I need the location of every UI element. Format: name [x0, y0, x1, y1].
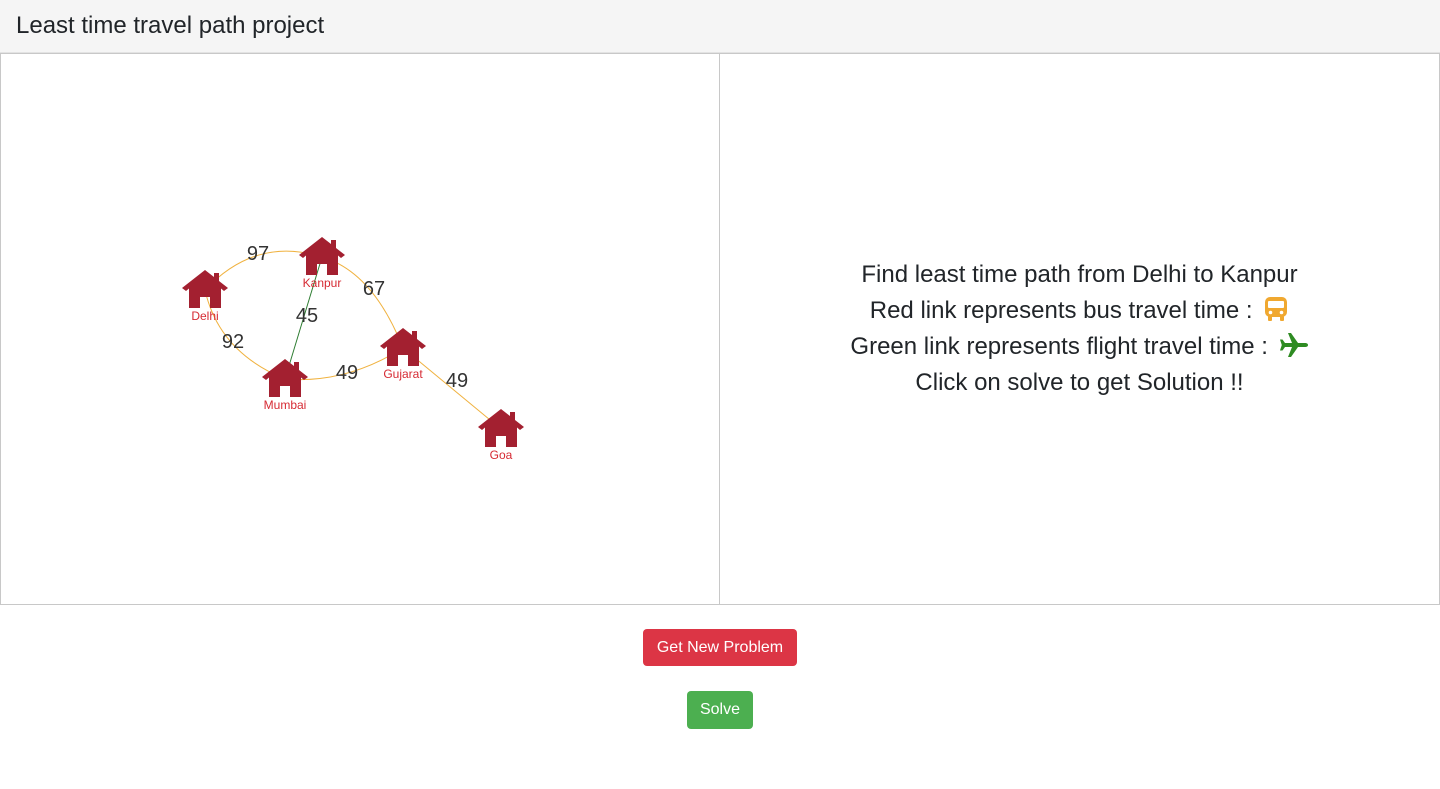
flight-legend-text: Green link represents flight travel time… [850, 333, 1268, 360]
info-line-task: Find least time path from Delhi to Kanpu… [861, 261, 1298, 288]
info-line-hint: Click on solve to get Solution !! [915, 369, 1244, 396]
home-icon [380, 328, 426, 366]
graph-canvas: 97 67 45 92 49 49 Delhi Kanpur Mumbai Gujarat Goa [182, 237, 524, 462]
info-panel: Find least time path from Delhi to Kanpu… [719, 53, 1440, 605]
node-label-goa: Goa [490, 448, 513, 462]
node-gujarat[interactable] [380, 328, 426, 366]
node-label-mumbai: Mumbai [264, 398, 307, 412]
get-new-problem-button[interactable]: Get New Problem [643, 629, 797, 666]
edge-weight-gujarat-goa: 49 [446, 370, 468, 392]
edge-weight-delhi-mumbai: 92 [222, 331, 244, 353]
edges-layer [204, 250, 502, 430]
bus-legend-text: Red link represents bus travel time : [869, 297, 1253, 324]
info-line-flight: Green link represents flight travel time… [720, 332, 1439, 366]
info-line-bus: Red link represents bus travel time : [720, 296, 1439, 330]
navbar: Least time travel path project [0, 0, 1440, 53]
edge-weight-mumbai-gujarat: 49 [336, 362, 358, 384]
solve-button[interactable]: Solve [687, 691, 753, 729]
node-label-kanpur: Kanpur [303, 276, 342, 290]
node-mumbai[interactable] [262, 359, 308, 397]
node-label-delhi: Delhi [191, 309, 218, 323]
node-label-gujarat: Gujarat [383, 367, 423, 381]
bus-icon [1263, 296, 1289, 330]
node-kanpur[interactable] [299, 237, 345, 275]
edge-weight-kanpur-mumbai: 45 [296, 305, 318, 327]
edge-labels-layer: 97 67 45 92 49 49 [222, 243, 468, 392]
page-title: Least time travel path project [16, 12, 325, 39]
edge-weight-kanpur-gujarat: 67 [363, 278, 385, 300]
info-content: Find least time path from Delhi to Kanpu… [720, 54, 1439, 604]
node-goa[interactable] [478, 409, 524, 447]
edge-weight-delhi-kanpur: 97 [247, 243, 269, 265]
graph-panel: 97 67 45 92 49 49 Delhi Kanpur Mumbai Gujarat Goa [0, 53, 720, 605]
plane-icon [1279, 332, 1309, 366]
home-icon [262, 359, 308, 397]
home-icon [299, 237, 345, 275]
home-icon [478, 409, 524, 447]
